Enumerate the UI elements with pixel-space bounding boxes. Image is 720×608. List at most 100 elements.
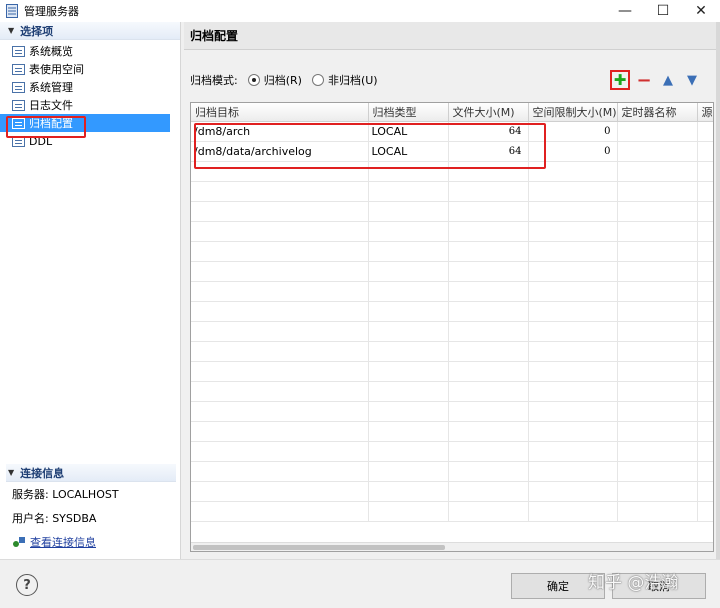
- table-cell[interactable]: [528, 421, 618, 442]
- view-connection-row[interactable]: 查看连接信息: [6, 530, 176, 554]
- table-cell[interactable]: [448, 361, 529, 382]
- table-cell[interactable]: [191, 321, 369, 342]
- table-cell[interactable]: [697, 301, 713, 322]
- table-cell[interactable]: [528, 261, 618, 282]
- table-cell[interactable]: [697, 381, 713, 402]
- table-cell[interactable]: [191, 221, 369, 242]
- empty-table-row[interactable]: [191, 181, 713, 202]
- archive-radio[interactable]: [247, 74, 260, 86]
- table-cell[interactable]: [448, 421, 529, 442]
- table-cell[interactable]: [528, 321, 618, 342]
- table-cell[interactable]: [528, 341, 618, 362]
- table-cell[interactable]: [617, 441, 698, 462]
- table-cell[interactable]: [191, 461, 369, 482]
- archive-radio-label[interactable]: 归档(R): [264, 72, 302, 88]
- table-cell[interactable]: [368, 461, 449, 482]
- move-up-button[interactable]: ▲: [658, 70, 678, 90]
- table-cell[interactable]: [191, 481, 369, 502]
- table-cell[interactable]: [528, 501, 618, 522]
- noarchive-radio-label[interactable]: 非归档(U): [328, 72, 378, 88]
- table-cell[interactable]: [191, 261, 369, 282]
- table-cell[interactable]: [697, 321, 713, 342]
- table-cell[interactable]: [368, 261, 449, 282]
- table-cell[interactable]: [617, 481, 698, 502]
- noarchive-radio[interactable]: [311, 74, 324, 86]
- table-cell[interactable]: [191, 361, 369, 382]
- table-cell[interactable]: [448, 381, 529, 402]
- select-section-header[interactable]: ▼ 选择项: [0, 22, 180, 40]
- table-cell[interactable]: [617, 121, 698, 142]
- table-cell[interactable]: [368, 301, 449, 322]
- table-cell[interactable]: [528, 401, 618, 422]
- table-cell[interactable]: [368, 501, 449, 522]
- column-header-file-size[interactable]: 文件大小(M): [448, 103, 529, 122]
- table-cell[interactable]: [448, 401, 529, 422]
- table-cell[interactable]: [368, 421, 449, 442]
- table-cell[interactable]: [368, 361, 449, 382]
- table-cell[interactable]: [191, 501, 369, 522]
- table-cell[interactable]: [368, 241, 449, 262]
- table-cell[interactable]: [448, 221, 529, 242]
- empty-table-row[interactable]: [191, 341, 713, 362]
- empty-table-row[interactable]: [191, 281, 713, 302]
- table-cell[interactable]: [697, 201, 713, 222]
- table-cell[interactable]: [528, 281, 618, 302]
- table-cell[interactable]: [697, 181, 713, 202]
- table-cell[interactable]: [528, 201, 618, 222]
- table-cell[interactable]: [617, 141, 698, 162]
- table-cell[interactable]: [617, 301, 698, 322]
- table-cell[interactable]: [697, 501, 713, 522]
- table-cell[interactable]: [528, 221, 618, 242]
- empty-table-row[interactable]: [191, 261, 713, 282]
- empty-table-row[interactable]: [191, 321, 713, 342]
- table-cell[interactable]: [617, 361, 698, 382]
- table-cell[interactable]: [368, 281, 449, 302]
- table-cell[interactable]: [368, 381, 449, 402]
- table-cell[interactable]: [368, 201, 449, 222]
- empty-table-row[interactable]: [191, 421, 713, 442]
- sidebar-item-system-management[interactable]: 系统管理: [0, 78, 170, 96]
- table-cell[interactable]: [191, 181, 369, 202]
- table-cell[interactable]: [448, 341, 529, 362]
- table-cell[interactable]: [528, 301, 618, 322]
- table-cell[interactable]: [617, 161, 698, 182]
- empty-table-row[interactable]: [191, 381, 713, 402]
- table-cell[interactable]: [528, 481, 618, 502]
- table-cell[interactable]: [617, 401, 698, 422]
- table-cell[interactable]: [697, 261, 713, 282]
- table-cell[interactable]: [448, 321, 529, 342]
- table-cell[interactable]: [617, 181, 698, 202]
- table-cell[interactable]: [617, 321, 698, 342]
- minimize-button[interactable]: —: [606, 0, 644, 22]
- table-cell[interactable]: [191, 341, 369, 362]
- table-cell[interactable]: [617, 381, 698, 402]
- table-cell[interactable]: [697, 361, 713, 382]
- table-cell[interactable]: [697, 121, 713, 142]
- table-cell[interactable]: [528, 441, 618, 462]
- table-cell[interactable]: [448, 181, 529, 202]
- horizontal-scrollbar[interactable]: [191, 542, 713, 551]
- table-cell[interactable]: [448, 241, 529, 262]
- table-cell[interactable]: [617, 501, 698, 522]
- table-cell[interactable]: [697, 161, 713, 182]
- table-cell[interactable]: [697, 481, 713, 502]
- table-cell[interactable]: [617, 461, 698, 482]
- sidebar-item-log-files[interactable]: 日志文件: [0, 96, 170, 114]
- help-icon[interactable]: ?: [16, 574, 38, 596]
- table-cell[interactable]: [368, 341, 449, 362]
- table-cell[interactable]: [617, 201, 698, 222]
- table-cell[interactable]: [697, 141, 713, 162]
- remove-button[interactable]: −: [634, 70, 654, 91]
- table-cell[interactable]: [448, 501, 529, 522]
- table-cell[interactable]: [191, 301, 369, 322]
- sidebar-item-system-overview[interactable]: 系统概览: [0, 42, 170, 60]
- empty-table-row[interactable]: [191, 481, 713, 502]
- table-cell[interactable]: [617, 241, 698, 262]
- table-cell[interactable]: [617, 341, 698, 362]
- table-cell[interactable]: [191, 281, 369, 302]
- table-cell[interactable]: [697, 221, 713, 242]
- table-cell[interactable]: [697, 441, 713, 462]
- table-cell[interactable]: [368, 401, 449, 422]
- table-cell[interactable]: [528, 241, 618, 262]
- table-cell[interactable]: [368, 441, 449, 462]
